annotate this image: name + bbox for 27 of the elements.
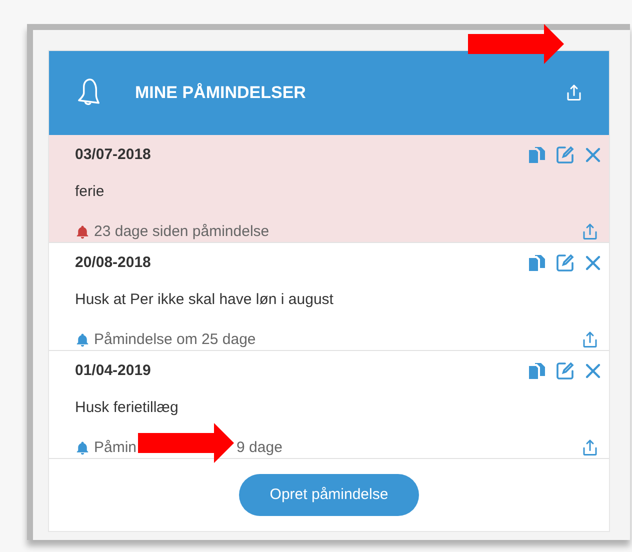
reminder-text: Husk at Per ikke skal have løn i august (75, 290, 334, 310)
reminder-status: Påmin (94, 438, 137, 458)
reminder-date: 20/08-2018 (75, 253, 151, 273)
close-icon[interactable] (585, 363, 601, 380)
close-icon[interactable] (585, 147, 601, 164)
copy-icon[interactable] (529, 255, 545, 272)
reminder-date: 03/07-2018 (75, 145, 151, 165)
reminder-status: 9 dage (236, 438, 282, 458)
reminder-text: ferie (75, 182, 106, 202)
header-title: MINE PÅMINDELSER (135, 82, 306, 104)
reminder-text: Husk ferietillæg (75, 398, 180, 418)
create-reminder-button[interactable]: Opret påmindelse (239, 474, 419, 516)
arrow-icon (138, 423, 234, 463)
edit-icon[interactable] (555, 253, 575, 274)
share-icon[interactable] (565, 84, 583, 102)
reminder-date: 01/04-2019 (75, 361, 151, 381)
edit-icon[interactable] (555, 361, 575, 382)
share-icon[interactable] (581, 223, 599, 242)
share-icon[interactable] (581, 331, 599, 350)
share-icon[interactable] (581, 439, 599, 458)
copy-icon[interactable] (529, 363, 545, 380)
arrow-icon (468, 24, 564, 64)
edit-icon[interactable] (555, 145, 575, 166)
reminder-status: 23 dage siden påmindelse (94, 222, 270, 242)
copy-icon[interactable] (529, 147, 545, 164)
reminder-status: Påmindelse om 25 dage (94, 330, 256, 350)
close-icon[interactable] (585, 255, 601, 272)
